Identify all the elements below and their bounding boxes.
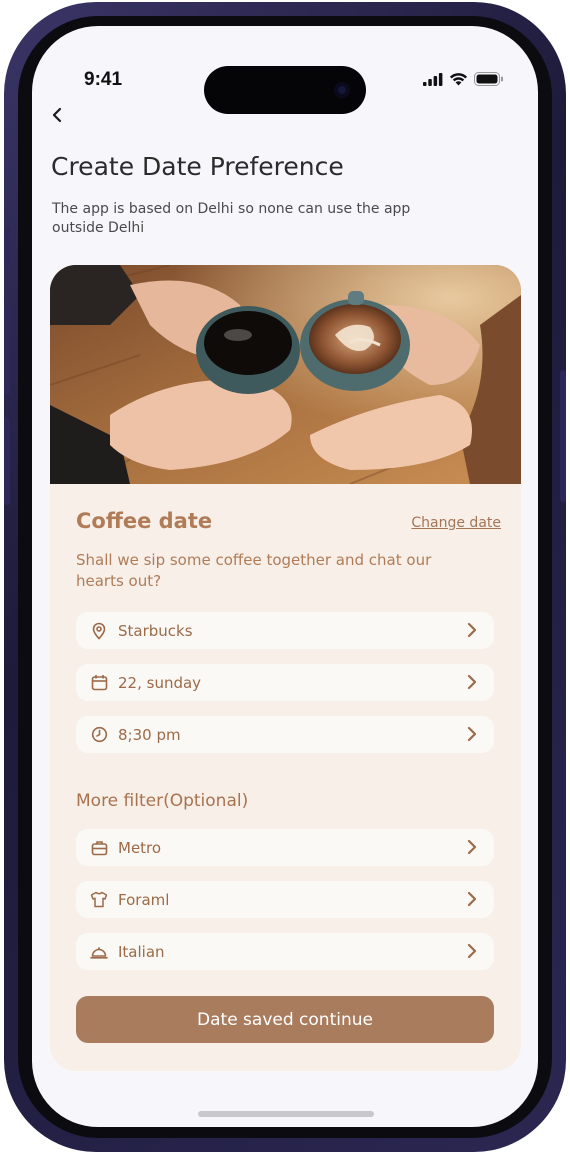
detail-row-label: Starbucks xyxy=(118,621,193,640)
chevron-right-icon xyxy=(467,674,477,690)
detail-row-time[interactable]: 8;30 pm xyxy=(76,716,494,753)
briefcase-icon xyxy=(90,839,108,857)
detail-row-label: 8;30 pm xyxy=(118,725,181,744)
page-subtitle: The app is based on Delhi so none can us… xyxy=(52,201,411,236)
continue-button[interactable]: Date saved continue xyxy=(76,996,494,1043)
chevron-right-icon xyxy=(467,726,477,742)
calendar-icon xyxy=(90,674,108,692)
filter-row-metro[interactable]: Metro xyxy=(76,829,494,866)
status-time: 9:41 xyxy=(84,69,123,90)
chevron-right-icon xyxy=(467,943,477,959)
app-screen: 9:41 Create Date Preference The app is b… xyxy=(32,26,538,1127)
volume-up-button xyxy=(4,307,10,395)
wifi-icon xyxy=(449,73,468,86)
change-date-link[interactable]: Change date xyxy=(411,515,501,531)
date-card: Coffee date Change date Shall we sip som… xyxy=(50,265,521,1071)
power-button xyxy=(560,370,566,502)
location-pin-icon xyxy=(90,622,108,640)
filter-row-dress[interactable]: Foraml xyxy=(76,881,494,918)
back-button[interactable] xyxy=(48,104,68,126)
chevron-right-icon xyxy=(467,839,477,855)
chevron-right-icon xyxy=(467,622,477,638)
detail-row-date[interactable]: 22, sunday xyxy=(76,664,494,701)
filter-row-label: Italian xyxy=(118,942,165,961)
coffee-cups-photo xyxy=(50,265,521,484)
silent-switch xyxy=(4,227,10,267)
dynamic-island xyxy=(204,66,366,114)
shirt-icon xyxy=(90,891,108,909)
chevron-right-icon xyxy=(467,891,477,907)
page-title: Create Date Preference xyxy=(51,152,344,181)
camera-icon xyxy=(334,82,350,98)
card-description: Shall we sip some coffee together and ch… xyxy=(76,551,432,590)
more-filter-heading: More filter(Optional) xyxy=(76,791,249,811)
clock-icon xyxy=(90,726,108,744)
filter-row-label: Metro xyxy=(118,838,162,857)
signal-icon xyxy=(423,72,443,86)
battery-icon xyxy=(474,72,503,86)
status-icons xyxy=(423,72,504,86)
volume-down-button xyxy=(4,417,10,505)
filter-row-label: Foraml xyxy=(118,890,170,909)
cloche-icon xyxy=(90,943,108,961)
detail-row-location[interactable]: Starbucks xyxy=(76,612,494,649)
filter-row-cuisine[interactable]: Italian xyxy=(76,933,494,970)
card-title: Coffee date xyxy=(76,509,213,533)
chevron-left-icon xyxy=(52,107,62,123)
detail-row-label: 22, sunday xyxy=(118,673,202,692)
home-indicator[interactable] xyxy=(198,1111,374,1117)
